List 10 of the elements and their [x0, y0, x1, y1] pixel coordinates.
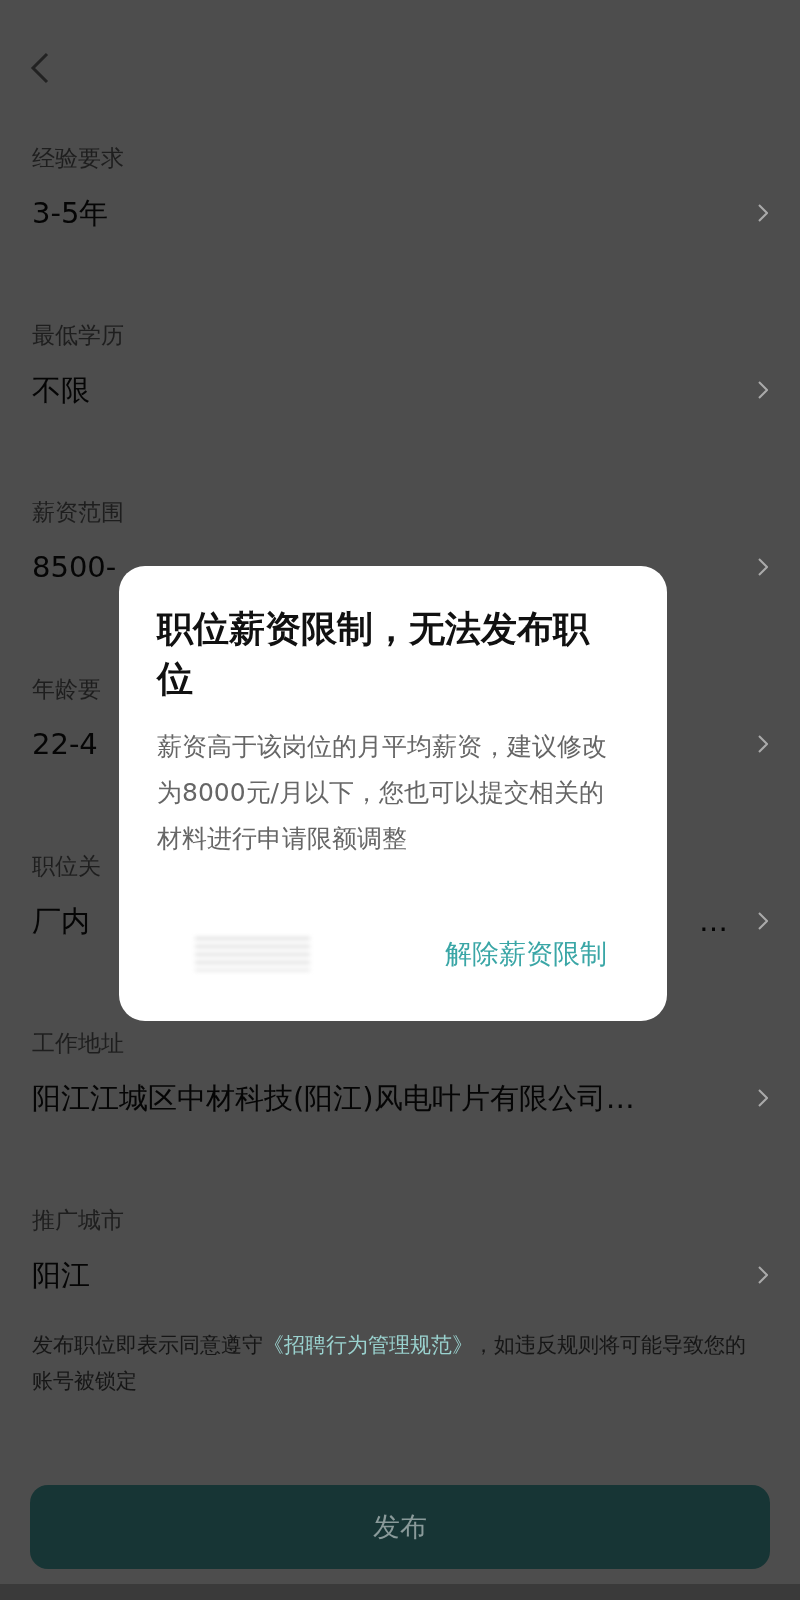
dialog-message: 薪资高于该岗位的月平均薪资，建议修改为8000元/月以下，您也可以提交相关的材料进行申请限额调整	[157, 731, 608, 855]
dialog-title: 职位薪资限制，无法发布职位	[157, 607, 591, 701]
field-value: 不限	[32, 372, 90, 409]
field-value: 22-4	[32, 726, 98, 763]
field-value: 阳江	[32, 1257, 90, 1294]
field-value: 厂内	[32, 903, 90, 940]
field-value: 8500-	[32, 549, 117, 586]
field-value: 3-5年	[32, 195, 109, 232]
field-value: 阳江江城区中材科技(阳江)风电叶片有限公司…	[32, 1080, 635, 1117]
ellipsis-text: …	[699, 904, 728, 938]
